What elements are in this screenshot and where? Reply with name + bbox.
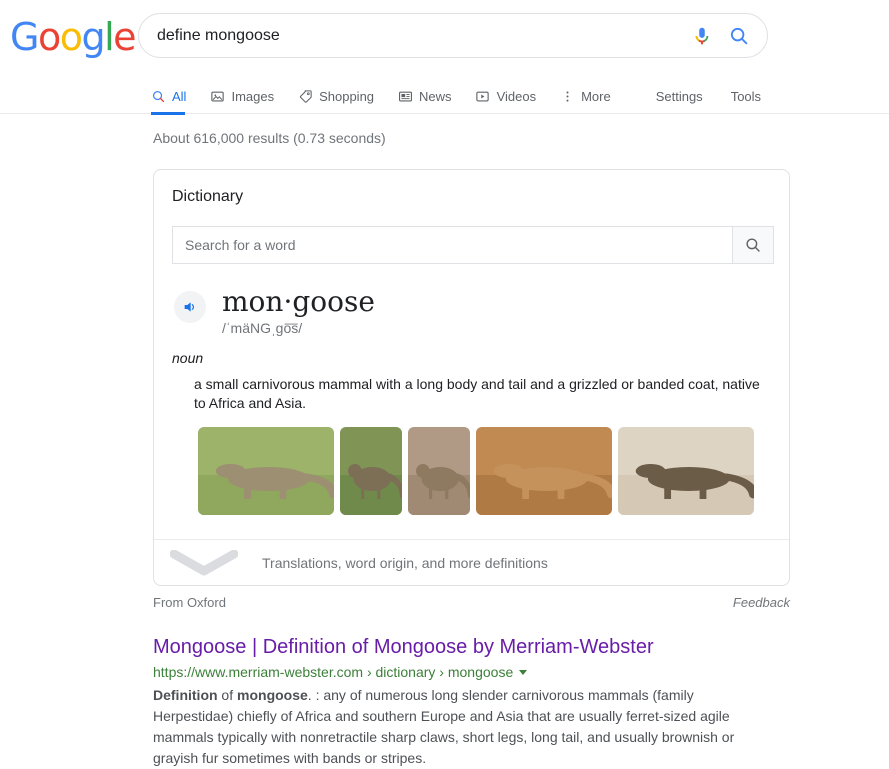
- result-title-link[interactable]: Mongoose | Definition of Mongoose by Mer…: [153, 634, 654, 660]
- tools-link[interactable]: Tools: [731, 89, 761, 104]
- headword: mon·goose: [222, 285, 375, 318]
- tab-label: More: [581, 89, 611, 104]
- thumbnail-image[interactable]: [476, 427, 612, 515]
- thumbnail-image[interactable]: [408, 427, 470, 515]
- result-url-row: https://www.merriam-webster.com › dictio…: [153, 663, 793, 681]
- tab-news[interactable]: News: [397, 80, 452, 113]
- tab-shopping[interactable]: Shopping: [297, 80, 374, 113]
- thumbnail-image[interactable]: [198, 427, 334, 515]
- logo-letter-2: o: [59, 15, 83, 59]
- search-submit-icon[interactable]: [719, 19, 759, 53]
- search-header: Google All Images Shopping News Videos More Se…: [0, 0, 889, 115]
- tab-label: Images: [231, 89, 275, 104]
- phonetic-spelling: /ˈmäNGˌgo͞s/: [222, 320, 303, 336]
- logo-letter-0: G: [10, 15, 39, 59]
- dictionary-card-footer: From Oxford Feedback: [153, 595, 790, 610]
- settings-link[interactable]: Settings: [656, 89, 703, 104]
- expand-more-label: Translations, word origin, and more defi…: [262, 554, 548, 571]
- search-icon: [150, 89, 166, 105]
- tab-label: News: [419, 89, 452, 104]
- video-play-icon: [475, 89, 491, 105]
- word-search-input[interactable]: [173, 227, 732, 263]
- tab-label: Videos: [496, 89, 537, 104]
- dictionary-card: Dictionary mon·go: [153, 169, 790, 586]
- tag-icon: [297, 89, 313, 105]
- snippet-highlight: Definition: [153, 687, 218, 703]
- result-url[interactable]: https://www.merriam-webster.com › dictio…: [153, 663, 513, 681]
- result-stats: About 616,000 results (0.73 seconds): [153, 130, 386, 146]
- logo-letter-5: e: [113, 15, 136, 59]
- dictionary-card-body: Dictionary mon·go: [154, 170, 789, 539]
- headword-block: mon·goose /ˈmäNGˌgo͞s/: [222, 285, 375, 337]
- part-of-speech: noun: [172, 350, 204, 366]
- result-snippet: Definition of mongoose. : any of numerou…: [153, 685, 763, 769]
- logo-letter-4: l: [104, 15, 115, 59]
- results-column: About 616,000 results (0.73 seconds) Dic…: [0, 114, 889, 769]
- dictionary-source: From Oxford: [153, 595, 226, 610]
- expand-more-definitions-button[interactable]: Translations, word origin, and more defi…: [154, 539, 789, 585]
- headword-row: mon·goose /ˈmäNGˌgo͞s/: [174, 286, 771, 336]
- image-icon: [209, 89, 225, 105]
- tab-images[interactable]: Images: [209, 80, 274, 113]
- tab-label: All: [172, 89, 187, 104]
- tab-videos[interactable]: Videos: [475, 80, 537, 113]
- search-nav-tabs: All Images Shopping News Videos More Settings T…: [150, 80, 789, 115]
- main-search-box[interactable]: [138, 13, 768, 58]
- tab-more[interactable]: More: [559, 80, 611, 113]
- dictionary-card-title: Dictionary: [172, 188, 244, 205]
- search-input[interactable]: [157, 26, 685, 45]
- microphone-icon[interactable]: [685, 19, 719, 53]
- kebab-menu-icon: [559, 89, 575, 105]
- chevron-down-icon: [170, 549, 238, 575]
- feedback-link[interactable]: Feedback: [733, 595, 790, 610]
- snippet-text: of: [217, 687, 238, 703]
- logo-letter-3: g: [81, 15, 105, 59]
- snippet-highlight: mongoose: [237, 687, 308, 703]
- word-search-box[interactable]: [172, 226, 774, 264]
- chevron-down-icon[interactable]: [519, 669, 528, 675]
- tab-label: Shopping: [319, 89, 375, 104]
- definition-text: a small carnivorous mammal with a long b…: [194, 376, 760, 411]
- tools-links: Settings Tools: [656, 89, 789, 104]
- google-logo[interactable]: Google: [10, 15, 137, 59]
- logo-letter-1: o: [37, 15, 61, 59]
- thumbnail-image[interactable]: [340, 427, 402, 515]
- image-thumbnail-strip: [198, 427, 771, 539]
- tab-all[interactable]: All: [150, 80, 187, 115]
- word-search-button[interactable]: [732, 227, 773, 263]
- thumbnail-image[interactable]: [618, 427, 754, 515]
- speaker-icon[interactable]: [174, 291, 206, 323]
- newspaper-icon: [397, 89, 413, 105]
- search-result-item: Mongoose | Definition of Mongoose by Mer…: [153, 634, 793, 769]
